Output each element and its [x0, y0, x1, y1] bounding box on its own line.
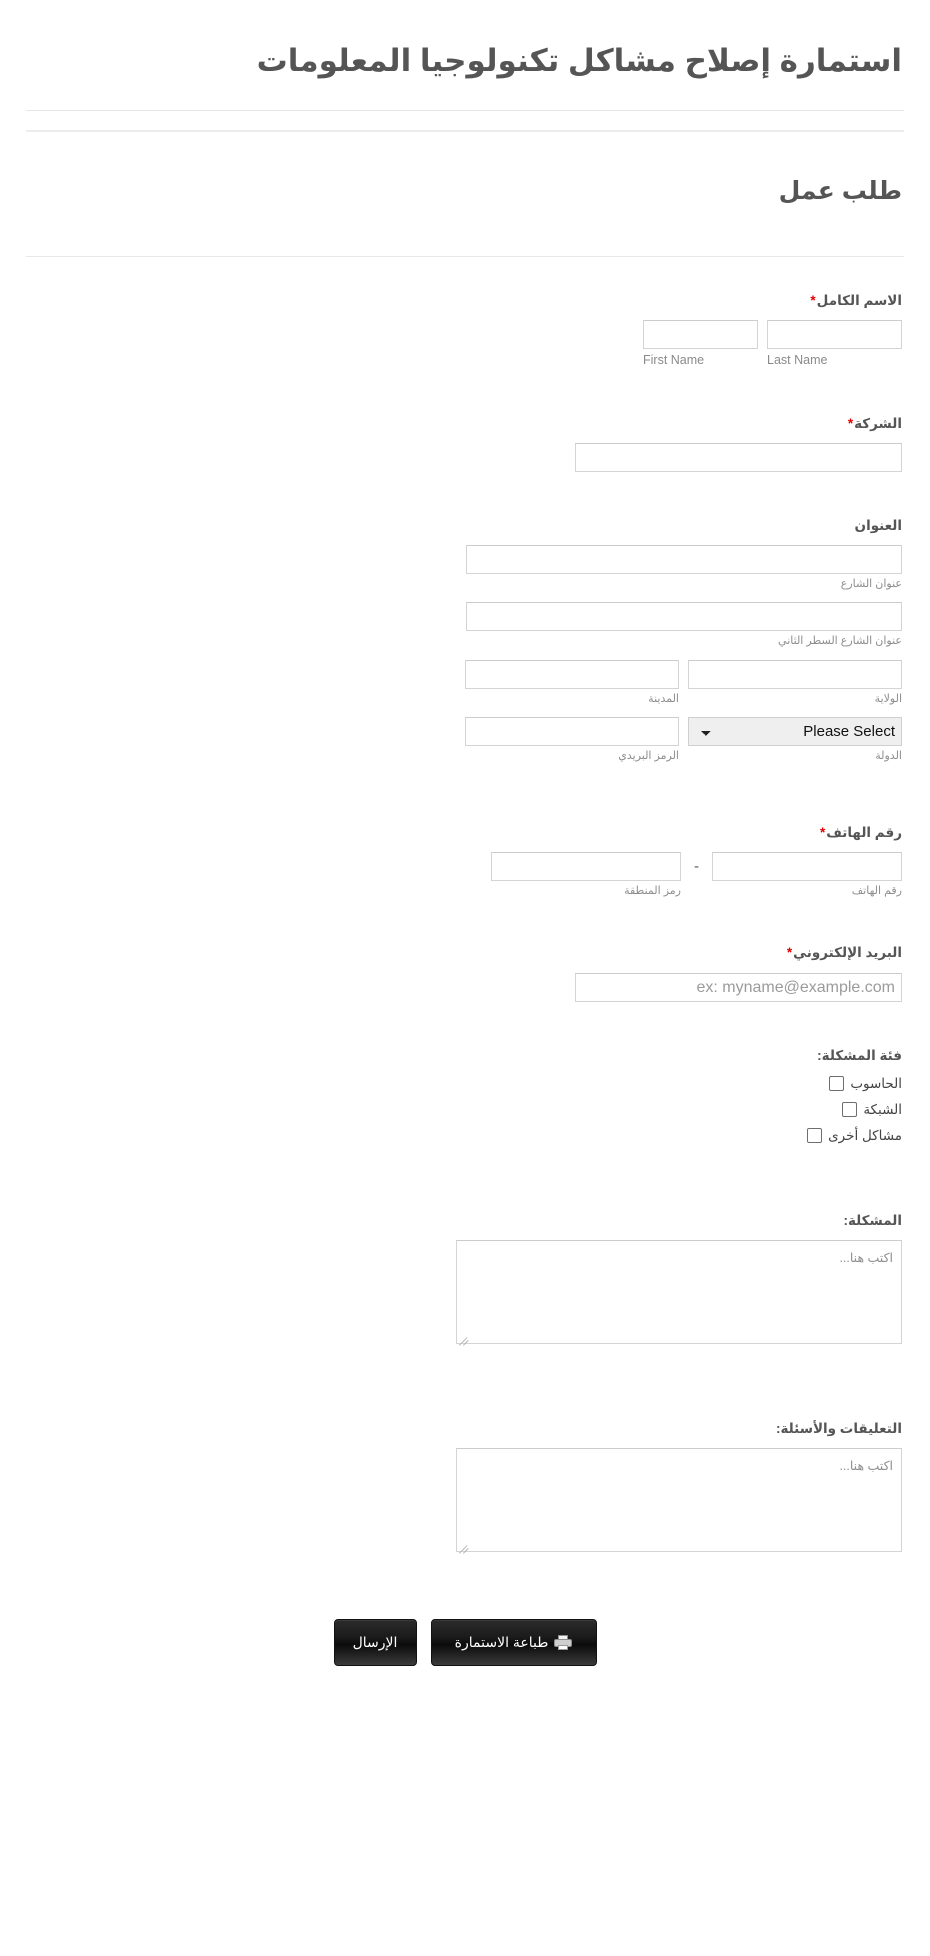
checkbox-item-computer[interactable]: الحاسوب: [28, 1075, 902, 1093]
problem-textarea-wrap: [456, 1240, 902, 1349]
email-label: البريد الإلكتروني*: [28, 943, 902, 963]
phone-label-text: رقم الهاتف: [826, 824, 902, 840]
company-label: الشركة*: [28, 414, 902, 434]
checkbox-item-network[interactable]: الشبكة: [28, 1101, 902, 1119]
last-name-input[interactable]: [767, 320, 902, 350]
state-input[interactable]: [688, 659, 902, 689]
field-company: الشركة*: [28, 402, 902, 482]
first-name-input[interactable]: [643, 320, 758, 350]
phone-number-input[interactable]: [712, 851, 902, 881]
field-phone: رقم الهاتف* رقم الهاتف - رمز المنطقة: [28, 811, 902, 910]
first-name-cell: First Name: [643, 320, 758, 370]
section-heading: طلب عمل: [778, 176, 902, 205]
last-name-sublabel: Last Name: [767, 353, 828, 368]
print-form-button[interactable]: طباعة الاستمارة: [430, 1619, 597, 1667]
phone-area-code-input[interactable]: [491, 851, 681, 881]
checkbox-network[interactable]: [842, 1102, 858, 1118]
header-divider-gap: [26, 111, 904, 130]
checkbox-label-computer: الحاسوب: [850, 1075, 902, 1091]
phone-area-cell: رمز المنطقة: [491, 851, 681, 899]
email-label-text: البريد الإلكتروني: [793, 945, 902, 961]
street-address-cell: عنوان الشارع: [28, 545, 902, 592]
street-address-input[interactable]: [466, 545, 902, 575]
field-comments: التعليقات والأسئلة:: [28, 1407, 902, 1567]
email-input[interactable]: [575, 972, 902, 1002]
problem-label: المشكلة:: [843, 1212, 902, 1228]
city-cell: المدينة: [465, 659, 679, 707]
street-address-line2-input[interactable]: [466, 602, 902, 632]
submit-button-label: الإرسال: [352, 1634, 398, 1651]
printer-icon: [554, 1635, 573, 1651]
last-name-cell: Last Name: [767, 320, 902, 370]
print-form-button-label: طباعة الاستمارة: [454, 1634, 549, 1651]
form-actions: طباعة الاستمارة الإرسال: [0, 1567, 930, 1706]
problem-textarea[interactable]: [456, 1240, 902, 1345]
full-name-label: الاسم الكامل*: [28, 291, 902, 311]
field-address: العنوان عنوان الشارع عنوان الشارع السطر …: [28, 504, 902, 775]
phone-label: رقم الهاتف*: [28, 823, 902, 843]
field-full-name: الاسم الكامل* Last Name First Name: [28, 279, 902, 380]
form-header: استمارة إصلاح مشاكل تكنولوجيا المعلومات: [0, 0, 930, 110]
city-state-row: الولاية المدينة: [28, 659, 902, 707]
address-label: العنوان: [854, 517, 902, 533]
field-problem-category: فئة المشكلة: الحاسوب الشبكة مشاكل أخرى: [28, 1034, 902, 1163]
city-input[interactable]: [465, 659, 679, 689]
street-address2-cell: عنوان الشارع السطر الثاني: [28, 602, 902, 649]
postal-code-input[interactable]: [465, 717, 679, 747]
phone-number-sublabel: رقم الهاتف: [851, 884, 902, 897]
postal-code-sublabel: الرمز البريدي: [618, 750, 679, 763]
phone-number-cell: رقم الهاتف: [712, 851, 902, 899]
page-title: استمارة إصلاح مشاكل تكنولوجيا المعلومات: [256, 43, 902, 78]
comments-textarea[interactable]: [456, 1448, 902, 1553]
full-name-row: Last Name First Name: [28, 320, 902, 370]
checkbox-other[interactable]: [807, 1128, 823, 1144]
section-heading-wrap: طلب عمل: [0, 132, 930, 256]
checkbox-computer[interactable]: [829, 1076, 845, 1092]
phone-area-code-sublabel: رمز المنطقة: [624, 884, 681, 897]
state-cell: الولاية: [688, 659, 902, 707]
country-cell: Please Select الدولة: [688, 717, 902, 764]
problem-category-label: فئة المشكلة:: [817, 1047, 902, 1063]
postal-cell: الرمز البريدي: [465, 717, 679, 764]
header-rules: [26, 109, 904, 132]
country-postal-row: Please Select الدولة الرمز البريدي: [28, 717, 902, 764]
company-input[interactable]: [575, 442, 902, 472]
phone-separator: -: [694, 857, 699, 875]
state-sublabel: الولاية: [874, 692, 902, 705]
full-name-label-text: الاسم الكامل: [816, 292, 902, 308]
submit-button[interactable]: الإرسال: [333, 1619, 417, 1667]
checkbox-label-network: الشبكة: [863, 1101, 902, 1117]
phone-row: رقم الهاتف - رمز المنطقة: [28, 851, 902, 899]
country-select[interactable]: Please Select: [688, 717, 902, 747]
comments-label: التعليقات والأسئلة:: [775, 1421, 902, 1437]
checkbox-item-other[interactable]: مشاكل أخرى: [28, 1127, 902, 1145]
first-name-sublabel: First Name: [643, 353, 705, 368]
country-sublabel: الدولة: [875, 750, 902, 763]
form-page: استمارة إصلاح مشاكل تكنولوجيا المعلومات …: [0, 0, 930, 1706]
comments-textarea-wrap: [456, 1448, 902, 1557]
city-sublabel: المدينة: [648, 692, 679, 705]
checkbox-label-other: مشاكل أخرى: [828, 1127, 902, 1143]
field-problem: المشكلة:: [28, 1199, 902, 1359]
company-label-text: الشركة: [854, 415, 902, 431]
field-email: البريد الإلكتروني*: [28, 931, 902, 1011]
form-body: الاسم الكامل* Last Name First Name الشرك…: [0, 257, 930, 1567]
problem-category-list: الحاسوب الشبكة مشاكل أخرى: [28, 1075, 902, 1145]
street-address-line2-sublabel: عنوان الشارع السطر الثاني: [778, 635, 902, 648]
street-address-sublabel: عنوان الشارع: [840, 578, 902, 591]
